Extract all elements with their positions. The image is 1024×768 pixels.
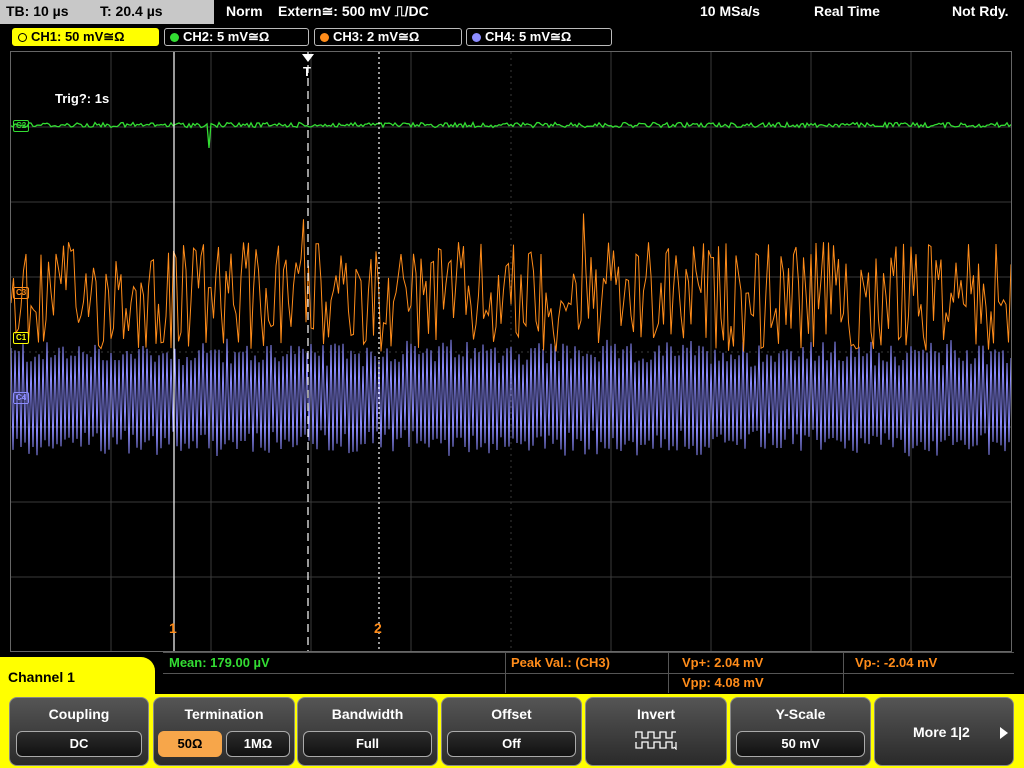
tab-ch1-label: CH1: 50 mV≅Ω	[31, 29, 125, 44]
offset-value[interactable]: Off	[447, 731, 576, 757]
tab-ch1[interactable]: CH1: 50 mV≅Ω	[12, 28, 159, 46]
ch2-indicator-icon	[170, 33, 179, 42]
ch3-trace	[11, 213, 1011, 352]
acquisition-mode: Real Time	[814, 3, 880, 19]
trigger-source[interactable]: Extern≅: 500 mV ⎍/DC	[278, 3, 429, 20]
termination-50ohm-option[interactable]: 50Ω	[158, 731, 222, 757]
y-scale-softkey[interactable]: Y-Scale 50 mV	[730, 697, 871, 766]
waveform-canvas	[11, 52, 1011, 651]
trigger-time-value: T: 20.4 µs	[100, 3, 163, 19]
menu-title-tab: Channel 1	[0, 657, 155, 699]
timebase-panel[interactable]: TB: 10 µs T: 20.4 µs	[0, 0, 214, 24]
bandwidth-softkey[interactable]: Bandwidth Full	[297, 697, 438, 766]
tab-ch2-label: CH2: 5 mV≅Ω	[183, 29, 270, 44]
peak-measurement-label: Peak Val.: (CH3)	[511, 655, 610, 670]
coupling-softkey[interactable]: Coupling DC	[9, 697, 149, 766]
status-bar: TB: 10 µs T: 20.4 µs Norm Extern≅: 500 m…	[0, 0, 1024, 24]
waveform-display[interactable]: Trig?: 1s C2 C3 C1 C4 T 1 2	[10, 51, 1012, 652]
coupling-value[interactable]: DC	[16, 731, 142, 757]
menu-title: Channel 1	[8, 669, 75, 685]
trigger-mode[interactable]: Norm	[226, 3, 263, 19]
ch3-level-marker[interactable]: C3	[13, 287, 30, 299]
tab-ch4-label: CH4: 5 mV≅Ω	[485, 29, 572, 44]
tab-ch3-label: CH3: 2 mV≅Ω	[333, 29, 420, 44]
ch1-indicator-icon	[18, 33, 27, 42]
trigger-arrow-icon	[302, 54, 314, 62]
timebase-value: TB: 10 µs	[6, 3, 69, 19]
next-page-arrow-icon	[1000, 727, 1008, 739]
vpp-measurement: Vpp: 4.08 mV	[682, 675, 764, 690]
measurement-panel: Mean: 179.00 µV Peak Val.: (CH3) Vp+: 2.…	[163, 652, 1014, 693]
bandwidth-value[interactable]: Full	[303, 731, 432, 757]
tab-ch2[interactable]: CH2: 5 mV≅Ω	[164, 28, 309, 46]
more-label: More 1|2	[913, 724, 970, 740]
invert-label: Invert	[636, 706, 676, 722]
termination-1mohm-option[interactable]: 1MΩ	[226, 731, 290, 757]
trigger-position-marker[interactable]: T	[303, 64, 311, 79]
mean-measurement: Mean: 179.00 µV	[169, 655, 270, 670]
ch4-level-marker[interactable]: C4	[13, 392, 30, 404]
termination-softkey[interactable]: Termination 50Ω 1MΩ	[153, 697, 295, 766]
ch3-indicator-icon	[320, 33, 329, 42]
ch1-level-marker[interactable]: C1	[13, 332, 30, 344]
bandwidth-label: Bandwidth	[331, 706, 404, 722]
ch2-level-marker[interactable]: C2	[13, 120, 30, 132]
tab-ch3[interactable]: CH3: 2 mV≅Ω	[314, 28, 462, 46]
invert-softkey[interactable]: Invert	[585, 697, 727, 766]
trigger-status: Trig?: 1s	[55, 91, 110, 106]
termination-label: Termination	[184, 706, 264, 722]
ch2-trace	[11, 121, 1011, 149]
invert-waveform-icon	[635, 731, 677, 750]
y-scale-value[interactable]: 50 mV	[736, 731, 865, 757]
ch4-indicator-icon	[472, 33, 481, 42]
vp-plus-measurement: Vp+: 2.04 mV	[682, 655, 764, 670]
sample-rate: 10 MSa/s	[700, 3, 760, 19]
more-softkey[interactable]: More 1|2	[874, 697, 1014, 766]
cursor-2-label[interactable]: 2	[374, 620, 382, 636]
ch4-trace	[11, 338, 1011, 457]
coupling-label: Coupling	[48, 706, 110, 722]
offset-label: Offset	[491, 706, 532, 722]
y-scale-label: Y-Scale	[775, 706, 826, 722]
vp-minus-measurement: Vp-: -2.04 mV	[855, 655, 938, 670]
offset-softkey[interactable]: Offset Off	[441, 697, 582, 766]
tab-ch4[interactable]: CH4: 5 mV≅Ω	[466, 28, 612, 46]
acquisition-state: Not Rdy.	[952, 3, 1009, 19]
cursor-1-label[interactable]: 1	[169, 620, 177, 636]
